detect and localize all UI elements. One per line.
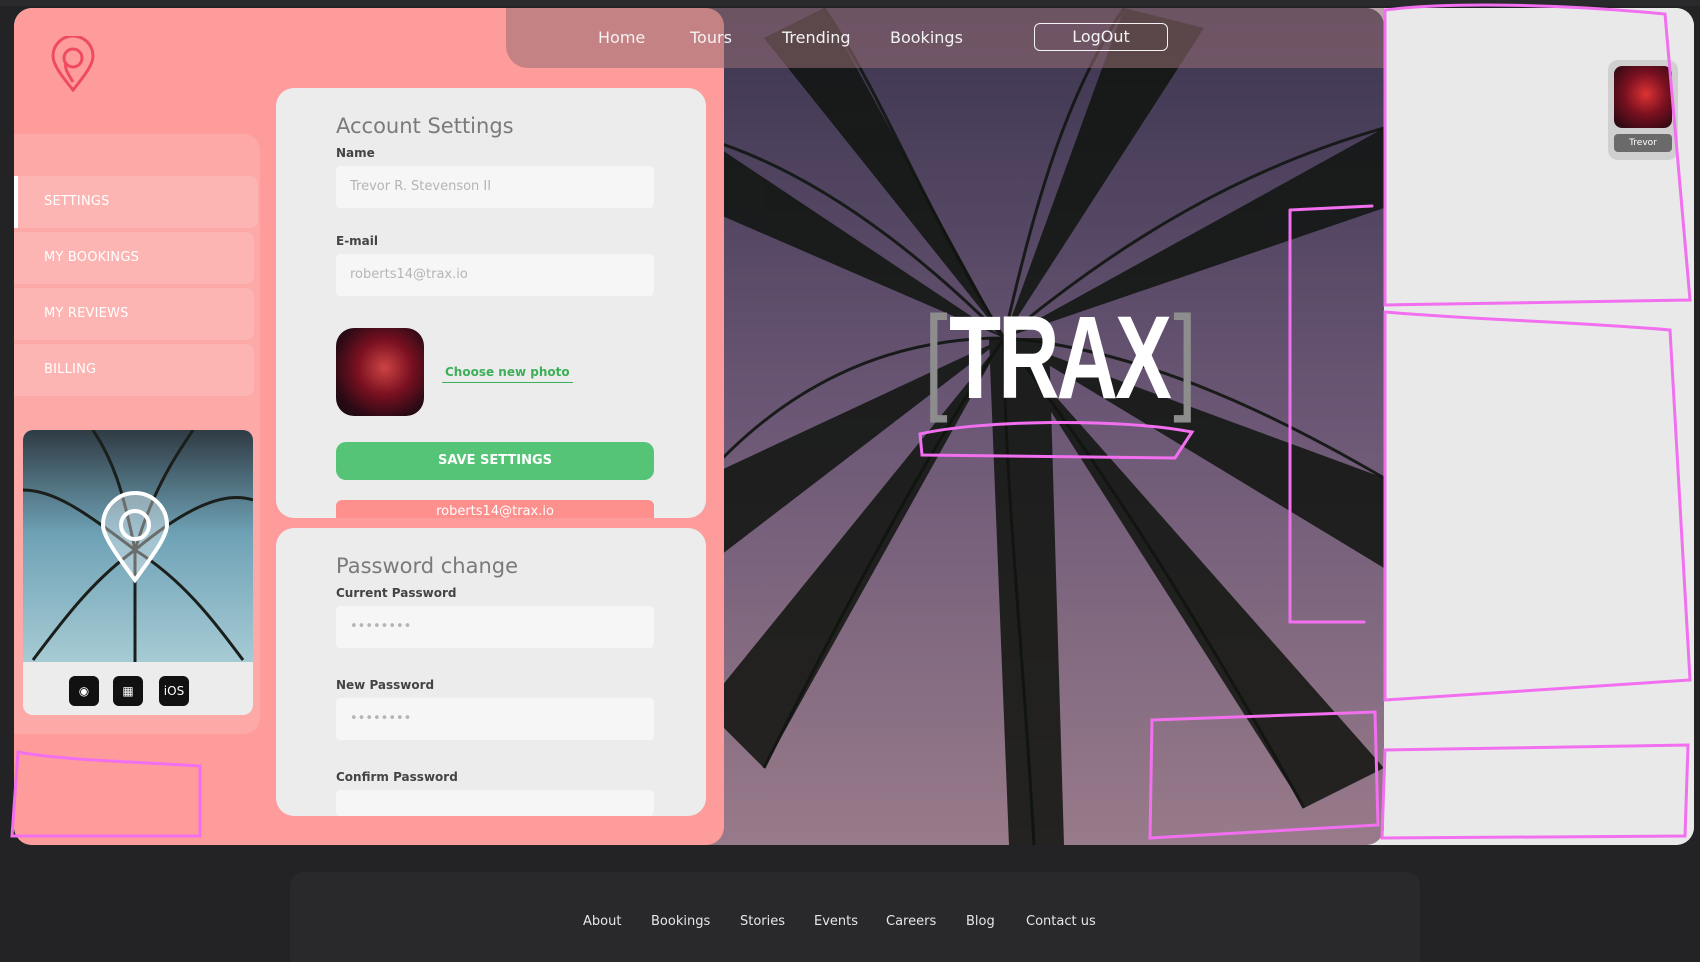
sidebar-item-billing[interactable]: BILLING: [14, 344, 254, 396]
new-password-label: New Password: [336, 678, 435, 692]
trax-logo: [ TRAX ]: [924, 288, 1197, 428]
footer-link-stories[interactable]: Stories: [740, 914, 785, 929]
footer-link-blog[interactable]: Blog: [966, 914, 995, 929]
footer-link-contact[interactable]: Contact us: [1026, 914, 1096, 929]
brand-pin-icon[interactable]: [50, 36, 96, 92]
logo-bracket-open: [: [924, 292, 948, 424]
footer-link-events[interactable]: Events: [814, 914, 858, 929]
password-change-title: Password change: [336, 554, 519, 578]
choose-photo-link[interactable]: Choose new photo: [442, 365, 573, 383]
top-nav: Home Tours Trending Bookings LogOut: [506, 8, 1388, 68]
ios-store-button[interactable]: iOS: [159, 676, 189, 706]
hero-photo: [ TRAX ]: [704, 8, 1384, 845]
confirm-password-label: Confirm Password: [336, 770, 458, 784]
user-chip[interactable]: Trevor: [1608, 60, 1678, 160]
logo-bracket-close: ]: [1173, 292, 1197, 424]
password-change-card: Password change Current Password •••••••…: [276, 528, 706, 816]
account-settings-title: Account Settings: [336, 114, 514, 138]
current-password-input[interactable]: ••••••••: [336, 606, 654, 648]
sidebar-item-my-reviews[interactable]: MY REVIEWS: [14, 288, 254, 340]
account-settings-card: Account Settings Name Trevor R. Stevenso…: [276, 88, 706, 518]
user-name: Trevor: [1614, 134, 1672, 152]
logo-text: TRAX: [949, 292, 1172, 424]
settings-panel: SETTINGS MY BOOKINGS MY REVIEWS BILLING: [14, 8, 724, 845]
profile-photo: [336, 328, 424, 416]
save-settings-button[interactable]: SAVE SETTINGS: [336, 442, 654, 480]
android-icon[interactable]: ◉: [69, 676, 99, 706]
email-input[interactable]: roberts14@trax.io: [336, 254, 654, 296]
footer-link-about[interactable]: About: [583, 914, 621, 929]
email-banner: roberts14@trax.io: [336, 500, 654, 518]
footer-link-careers[interactable]: Careers: [886, 914, 936, 929]
avatar: [1614, 66, 1672, 128]
nav-bookings[interactable]: Bookings: [890, 28, 963, 47]
email-label: E-mail: [336, 234, 379, 248]
nav-trending[interactable]: Trending: [782, 28, 851, 47]
promo-image: [23, 430, 253, 662]
windows-icon[interactable]: ▦: [113, 676, 143, 706]
logout-button[interactable]: LogOut: [1034, 23, 1168, 51]
footer: About Bookings Stories Events Careers Bl…: [290, 872, 1420, 962]
name-input[interactable]: Trevor R. Stevenson II: [336, 166, 654, 208]
new-password-input[interactable]: ••••••••: [336, 698, 654, 740]
footer-link-bookings[interactable]: Bookings: [651, 914, 710, 929]
nav-home[interactable]: Home: [598, 28, 645, 47]
sidebar-item-settings[interactable]: SETTINGS: [14, 176, 258, 228]
nav-tours[interactable]: Tours: [690, 28, 732, 47]
browser-top-strip: [0, 0, 1700, 6]
app-promo-card: ◉ ▦ iOS: [23, 430, 253, 715]
current-password-label: Current Password: [336, 586, 457, 600]
name-label: Name: [336, 146, 375, 160]
confirm-password-input[interactable]: [336, 790, 654, 816]
app-window: [ TRAX ] SETTINGS MY BOOKINGS MY REVIEWS…: [14, 8, 1694, 845]
sidebar-item-my-bookings[interactable]: MY BOOKINGS: [14, 232, 254, 284]
